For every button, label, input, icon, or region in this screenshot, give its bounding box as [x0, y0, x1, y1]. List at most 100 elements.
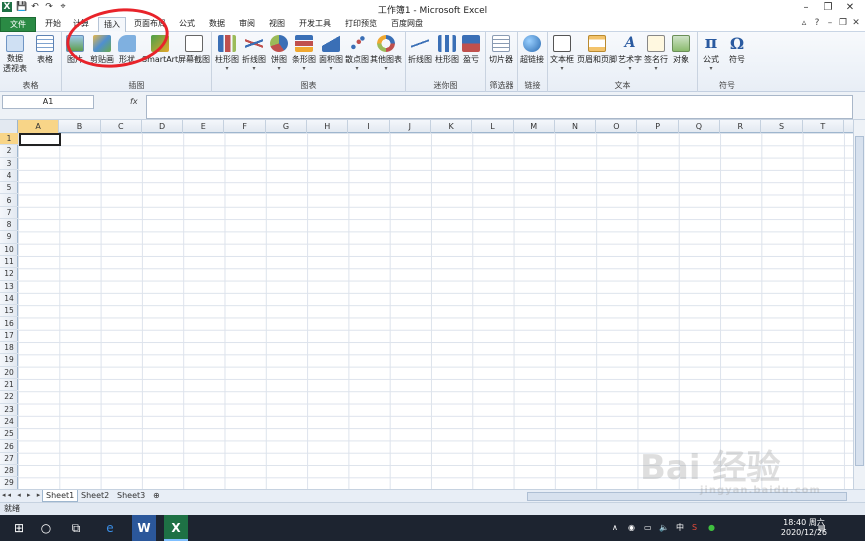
- maximize-button[interactable]: ❐: [817, 1, 839, 15]
- column-header-e[interactable]: E: [183, 120, 225, 133]
- column-header-f[interactable]: F: [225, 120, 266, 133]
- row-header-14[interactable]: 14: [0, 293, 18, 306]
- cell-area[interactable]: [18, 133, 853, 489]
- tab-developer[interactable]: 开发工具: [294, 17, 336, 32]
- doc-close-icon[interactable]: ✕: [851, 18, 861, 28]
- row-header-10[interactable]: 10: [0, 244, 18, 256]
- row-header-27[interactable]: 27: [0, 453, 18, 466]
- formula-input[interactable]: [146, 95, 853, 119]
- close-button[interactable]: ✕: [839, 1, 861, 15]
- notification-icon[interactable]: ▤: [818, 515, 826, 541]
- symbol-button[interactable]: Ω 符号: [728, 35, 746, 65]
- tray-chevron-icon[interactable]: ∧: [612, 515, 618, 541]
- row-header-1[interactable]: 1: [0, 133, 18, 146]
- tab-view[interactable]: 视图: [264, 17, 290, 32]
- column-header-h[interactable]: H: [307, 120, 349, 133]
- column-header-j[interactable]: J: [390, 120, 431, 133]
- row-header-25[interactable]: 25: [0, 428, 18, 441]
- row-header-20[interactable]: 20: [0, 367, 18, 379]
- tab-baidu-netdisk[interactable]: 百度网盘: [386, 17, 428, 32]
- sheet-nav-arrows[interactable]: ◂◂ ◂ ▸ ▸▸: [2, 491, 48, 499]
- column-header-q[interactable]: Q: [679, 120, 721, 133]
- object-button[interactable]: 对象: [672, 35, 690, 65]
- start-icon[interactable]: ⊞: [6, 515, 32, 541]
- sparkline-column-button[interactable]: 柱形图: [435, 35, 459, 65]
- row-header-19[interactable]: 19: [0, 354, 18, 367]
- column-header-o[interactable]: O: [596, 120, 638, 133]
- worksheet-grid[interactable]: ABCDEFGHIJKLMNOPQRST 1 2 3 4 5 6 7 8 9 10 11 12 13 14…: [0, 120, 853, 489]
- minimize-button[interactable]: –: [795, 1, 817, 15]
- column-header-g[interactable]: G: [266, 120, 308, 133]
- vertical-scrollbar[interactable]: [853, 120, 865, 489]
- slicer-button[interactable]: 切片器: [489, 35, 513, 65]
- tab-print-preview[interactable]: 打印预览: [340, 17, 382, 32]
- task-view-icon[interactable]: ⧉: [64, 515, 88, 541]
- line-chart-button[interactable]: 折线图 ▾: [242, 35, 266, 72]
- column-header-b[interactable]: B: [59, 120, 101, 133]
- column-header-s[interactable]: S: [761, 120, 803, 133]
- column-header-p[interactable]: P: [638, 120, 679, 133]
- tab-formulas[interactable]: 公式: [174, 17, 200, 32]
- column-header-a[interactable]: A: [18, 120, 60, 133]
- row-header-29[interactable]: 29: [0, 477, 18, 489]
- row-header-3[interactable]: 3: [0, 158, 18, 170]
- hyperlink-button[interactable]: 超链接: [520, 35, 544, 65]
- active-cell-a1[interactable]: [19, 133, 61, 146]
- search-icon[interactable]: ○: [34, 515, 58, 541]
- column-header-k[interactable]: K: [431, 120, 473, 133]
- column-header-r[interactable]: R: [720, 120, 762, 133]
- help-icon[interactable]: ?: [812, 18, 822, 28]
- scatter-chart-button[interactable]: 散点图 ▾: [345, 35, 369, 72]
- row-header-6[interactable]: 6: [0, 195, 18, 207]
- row-header-21[interactable]: 21: [0, 379, 18, 392]
- column-header-l[interactable]: L: [472, 120, 514, 133]
- row-header-15[interactable]: 15: [0, 305, 18, 318]
- new-sheet-icon[interactable]: ⊕: [150, 490, 163, 502]
- pivot-table-button[interactable]: 数据 透视表: [3, 35, 27, 74]
- tray-ime[interactable]: 中: [676, 515, 684, 541]
- tab-data[interactable]: 数据: [204, 17, 230, 32]
- sheet-tab-3[interactable]: Sheet3: [114, 490, 148, 502]
- column-chart-button[interactable]: 柱形图 ▾: [215, 35, 239, 72]
- column-header-n[interactable]: N: [555, 120, 597, 133]
- row-header-13[interactable]: 13: [0, 281, 18, 293]
- tray-network-icon[interactable]: ▭: [644, 515, 652, 541]
- header-footer-button[interactable]: 页眉和页脚: [577, 35, 617, 65]
- equation-button[interactable]: π 公式 ▾: [702, 35, 720, 73]
- row-header-24[interactable]: 24: [0, 416, 18, 429]
- row-header-7[interactable]: 7: [0, 207, 18, 220]
- row-header-17[interactable]: 17: [0, 330, 18, 343]
- pie-chart-button[interactable]: 饼图 ▾: [270, 35, 288, 72]
- vertical-scroll-thumb[interactable]: [855, 136, 864, 466]
- doc-restore-icon[interactable]: ❐: [838, 18, 848, 28]
- collapse-ribbon-icon[interactable]: ▵: [799, 18, 809, 28]
- row-header-11[interactable]: 11: [0, 256, 18, 269]
- row-header-5[interactable]: 5: [0, 182, 18, 195]
- excel-icon[interactable]: X: [164, 515, 188, 541]
- row-header-8[interactable]: 8: [0, 219, 18, 232]
- row-header-12[interactable]: 12: [0, 268, 18, 281]
- tray-wechat-icon[interactable]: ◉: [628, 515, 635, 541]
- table-button[interactable]: 表格: [36, 35, 54, 65]
- sheet-tab-1[interactable]: Sheet1: [42, 490, 79, 502]
- tray-360-icon[interactable]: ●: [708, 515, 715, 541]
- column-header-c[interactable]: C: [101, 120, 142, 133]
- row-header-2[interactable]: 2: [0, 145, 18, 158]
- row-header-26[interactable]: 26: [0, 441, 18, 453]
- row-header-23[interactable]: 23: [0, 404, 18, 416]
- edge-icon[interactable]: e: [98, 515, 122, 541]
- other-charts-button[interactable]: 其他图表 ▾: [370, 35, 402, 72]
- row-header-22[interactable]: 22: [0, 391, 18, 404]
- signature-line-button[interactable]: 签名行 ▾: [644, 35, 668, 72]
- doc-minimize-icon[interactable]: –: [825, 18, 835, 28]
- screenshot-button[interactable]: 屏幕截图: [178, 35, 210, 65]
- column-header-i[interactable]: I: [348, 120, 390, 133]
- row-header-18[interactable]: 18: [0, 342, 18, 355]
- tab-review[interactable]: 审阅: [234, 17, 260, 32]
- row-header-9[interactable]: 9: [0, 231, 18, 244]
- fx-icon[interactable]: fx: [130, 95, 142, 109]
- row-header-4[interactable]: 4: [0, 170, 18, 183]
- row-header-28[interactable]: 28: [0, 465, 18, 478]
- sparkline-line-button[interactable]: 折线图: [408, 35, 432, 65]
- wordart-button[interactable]: A 艺术字 ▾: [618, 35, 642, 72]
